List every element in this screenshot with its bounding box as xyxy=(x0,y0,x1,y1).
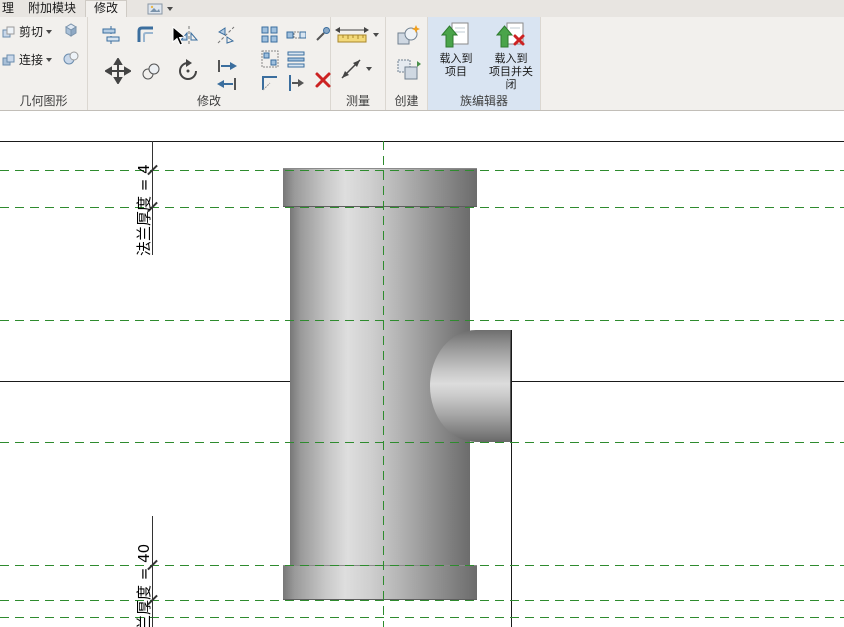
load-project-close-line1: 载入到 xyxy=(495,52,528,65)
rows-icon[interactable] xyxy=(286,49,306,69)
align-icon[interactable] xyxy=(100,24,122,46)
image-icon xyxy=(147,2,163,16)
chevron-down-icon xyxy=(373,33,379,37)
measure-diagonal-button[interactable] xyxy=(339,57,372,81)
dimension-text-flange-top[interactable]: 法兰厚度 = 4 xyxy=(133,164,154,256)
panel-family-editor-label: 族编辑器 xyxy=(428,92,540,109)
chevron-down-icon xyxy=(46,30,52,34)
drawing-canvas[interactable]: 法兰厚度 = 4 兰厚度 = 40 xyxy=(0,111,844,627)
panel-geometry-label: 几何图形 xyxy=(0,92,87,109)
reference-plane-horizontal[interactable] xyxy=(0,617,844,618)
mirror-draw-icon[interactable] xyxy=(215,24,237,46)
join-icon xyxy=(2,53,16,67)
load-project-line2: 项目 xyxy=(445,65,467,78)
dimension-text-flange-bottom[interactable]: 兰厚度 = 40 xyxy=(133,544,154,627)
load-project-line1: 载入到 xyxy=(440,52,473,65)
reference-plane-horizontal[interactable] xyxy=(0,600,844,601)
cut-button[interactable]: 剪切 xyxy=(2,23,52,40)
array-row-icon[interactable] xyxy=(286,25,306,45)
panel-create-label: 创建 xyxy=(386,92,427,109)
cut-geometry-icon[interactable] xyxy=(62,21,80,39)
join-geometry-icon[interactable] xyxy=(62,49,80,67)
load-into-project-button[interactable]: 载入到 项目 xyxy=(430,20,482,94)
create-similar-icon[interactable] xyxy=(395,57,421,83)
load-into-project-and-close-button[interactable]: 载入到 项目并关闭 xyxy=(485,20,537,94)
panel-family-editor: 载入到 项目 载入到 项目并关闭 族编辑器 xyxy=(428,17,541,110)
panel-modify-label: 修改 xyxy=(88,92,330,109)
align-arrow-bottom-icon[interactable] xyxy=(215,77,239,91)
pipe-branch[interactable] xyxy=(430,330,512,442)
measure-diagonal-icon xyxy=(339,57,363,81)
trim-corner-icon[interactable] xyxy=(260,73,280,93)
join-label: 连接 xyxy=(19,51,43,68)
reference-plane-vertical[interactable] xyxy=(383,141,384,627)
chevron-down-icon xyxy=(46,58,52,62)
pipe-bottom-flange[interactable] xyxy=(283,565,477,600)
panel-measure: 测量 xyxy=(331,17,386,110)
reference-plane-horizontal[interactable] xyxy=(0,207,844,208)
tab-addins[interactable]: 附加模块 xyxy=(19,0,85,17)
reference-plane-horizontal[interactable] xyxy=(0,565,844,566)
rotate-icon[interactable] xyxy=(175,58,201,84)
offset-icon[interactable] xyxy=(135,24,157,46)
trim-extend-icon[interactable] xyxy=(286,73,306,93)
cut-icon xyxy=(2,25,16,39)
chevron-down-icon xyxy=(366,67,372,71)
panel-create: 创建 xyxy=(386,17,428,110)
tab-manage-partial[interactable]: 理 xyxy=(0,0,19,17)
move-icon[interactable] xyxy=(105,58,131,84)
delete-icon[interactable] xyxy=(314,71,332,89)
panel-modify: 修改 xyxy=(88,17,331,110)
reference-plane-horizontal[interactable] xyxy=(0,442,844,443)
revit-family-editor-window: 理 附加模块 修改 剪切 xyxy=(0,0,844,627)
join-button[interactable]: 连接 xyxy=(2,51,52,68)
cursor-arrow-icon xyxy=(172,26,188,48)
create-group-icon[interactable] xyxy=(395,23,421,49)
pin-icon[interactable] xyxy=(314,25,332,43)
cut-label: 剪切 xyxy=(19,23,43,40)
reference-plane-horizontal[interactable] xyxy=(0,170,844,171)
align-arrow-top-icon[interactable] xyxy=(215,59,239,73)
ribbon: 剪切 连接 几何图形 xyxy=(0,17,844,111)
view-image-dropdown-button[interactable] xyxy=(141,0,179,17)
chevron-down-icon xyxy=(167,7,173,11)
pipe-top-flange[interactable] xyxy=(283,168,477,207)
array-grid-icon[interactable] xyxy=(260,25,280,45)
grid-guide-icon[interactable] xyxy=(260,49,280,69)
copy-icon[interactable] xyxy=(140,61,162,83)
measure-ruler-button[interactable] xyxy=(334,26,379,44)
load-project-close-icon xyxy=(496,20,526,50)
ribbon-tab-bar: 理 附加模块 修改 xyxy=(0,0,844,17)
section-top-line[interactable] xyxy=(0,141,844,142)
reference-plane-horizontal[interactable] xyxy=(0,320,844,321)
panel-geometry: 剪切 连接 几何图形 xyxy=(0,17,88,110)
branch-edge-line[interactable] xyxy=(511,330,512,627)
tab-modify[interactable]: 修改 xyxy=(85,0,127,17)
load-project-icon xyxy=(441,20,471,50)
panel-measure-label: 测量 xyxy=(331,92,385,109)
measure-ruler-icon xyxy=(334,26,370,44)
load-project-close-line2: 项目并关闭 xyxy=(485,65,537,91)
